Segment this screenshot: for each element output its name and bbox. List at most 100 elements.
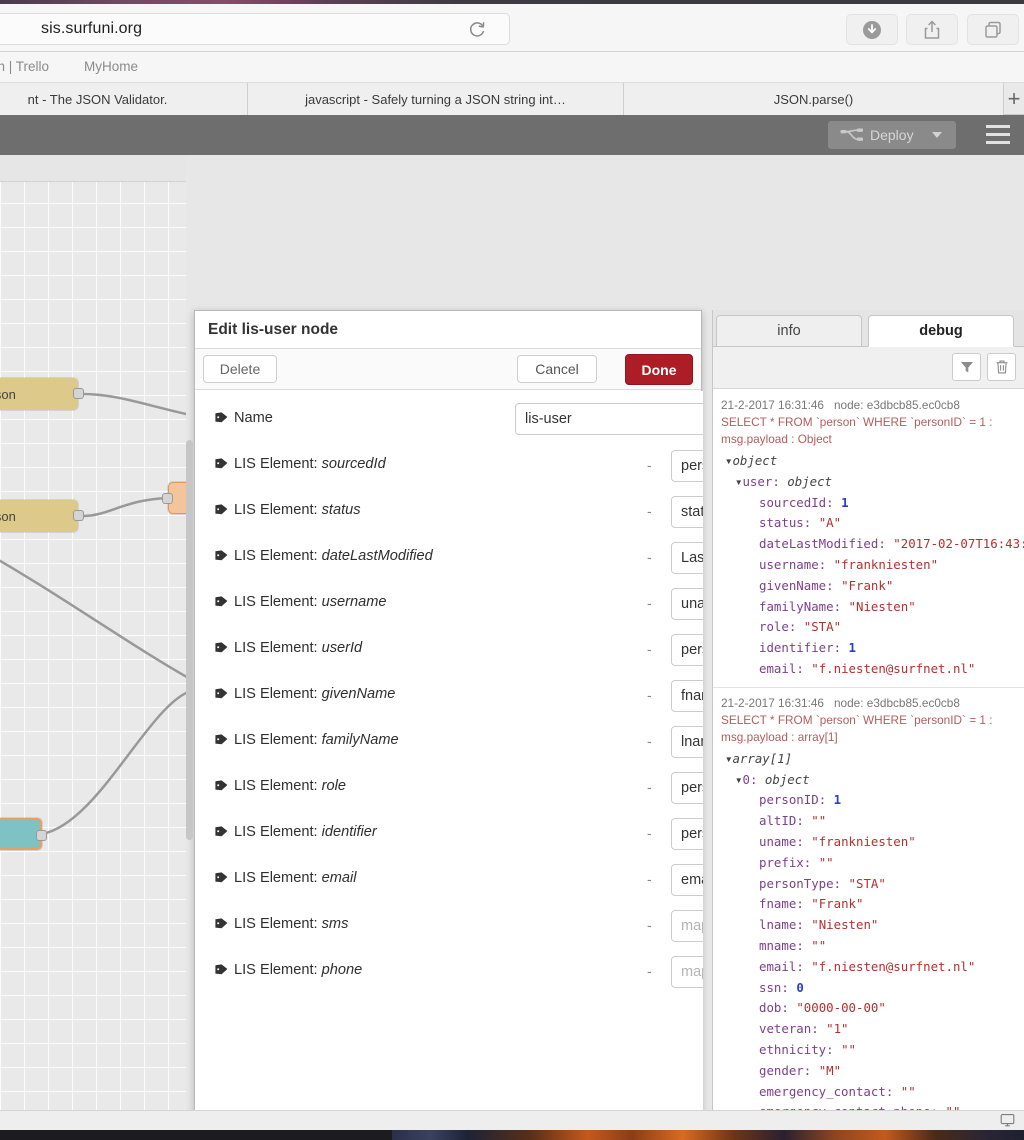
debug-message[interactable]: 21-2-2017 16:31:46 node: e3dbcb85.ec0cb8 S… (713, 688, 1024, 1140)
node-output-port[interactable] (36, 830, 47, 841)
lis-element-name: email (321, 870, 357, 886)
bookmark-item[interactable]: en | Trello (0, 59, 49, 74)
chevron-down-icon[interactable] (932, 132, 942, 138)
flow-node-function[interactable] (162, 482, 186, 514)
lis-element-mapping-input[interactable] (671, 818, 703, 850)
lis-element-mapping-input[interactable] (671, 588, 703, 620)
lis-element-mapping-input[interactable] (671, 496, 703, 528)
lis-element-mapping-input[interactable] (671, 772, 703, 804)
debug-message-topic: SELECT * FROM `person` WHERE `personID` … (721, 712, 993, 744)
debug-message-header: 21-2-2017 16:31:46 node: e3dbcb85.ec0cb8 (721, 396, 1024, 414)
debug-tree-entry[interactable]: ▾0: object (721, 770, 1024, 791)
form-row-lis-element: LIS Element: phone - (195, 949, 703, 995)
lis-element-prefix: LIS Element: (234, 594, 322, 610)
debug-timestamp: 21-2-2017 16:31:46 (721, 398, 824, 412)
sidebar: info debug 21-2-2017 16:31:46 node: e3db… (712, 310, 1024, 1140)
lis-element-mapping-input[interactable] (671, 910, 703, 942)
form-row-lis-element: LIS Element: familyName - (195, 719, 703, 765)
bookmark-item[interactable]: MyHome (84, 59, 138, 74)
new-tab-button[interactable]: + (1004, 83, 1024, 115)
browser-tab[interactable]: javascript - Safely turning a JSON strin… (248, 83, 624, 115)
tab-info[interactable]: info (716, 315, 862, 347)
address-bar[interactable]: sis.surfuni.org (0, 13, 510, 45)
share-icon (924, 20, 940, 39)
node-output-port[interactable] (73, 388, 84, 399)
form-row-name: Name (195, 391, 703, 443)
debug-entry-key: mname (759, 937, 797, 953)
main-menu-button[interactable] (986, 125, 1010, 144)
name-input[interactable] (515, 403, 703, 435)
name-field-label: Name (215, 410, 273, 426)
tab-strip: nt - The JSON Validator. javascript - Sa… (0, 83, 1024, 115)
lis-element-mapping-input[interactable] (671, 542, 703, 574)
lis-element-prefix: LIS Element: (234, 778, 322, 794)
dialog-scrollbar[interactable] (186, 440, 193, 840)
flow-node-json[interactable]: json (0, 500, 84, 532)
lis-element-name: sourcedId (321, 456, 386, 472)
tag-icon (215, 687, 228, 699)
node-output-port[interactable] (73, 510, 84, 521)
debug-message[interactable]: 21-2-2017 16:31:46 node: e3dbcb85.ec0cb8 S… (713, 390, 1024, 688)
flow-canvas[interactable]: json json (0, 155, 186, 1110)
lis-element-label: LIS Element: familyName (215, 732, 399, 748)
lis-element-prefix: LIS Element: (234, 824, 322, 840)
filter-button[interactable] (952, 353, 981, 381)
lis-element-name: sms (321, 916, 349, 932)
tag-icon (215, 963, 228, 975)
sidebar-tab-bar: info debug (713, 310, 1024, 347)
flow-node-json[interactable]: json (0, 378, 84, 410)
tag-icon (215, 872, 228, 883)
lis-element-name: dateLastModified (321, 548, 433, 564)
debug-entry-value: "" (811, 813, 827, 829)
debug-entry-value: "frankniesten" (833, 556, 939, 572)
tag-icon (215, 458, 228, 469)
debug-entry-key: email (759, 660, 797, 676)
lis-element-mapping-input[interactable] (671, 864, 703, 896)
debug-tree-entry: ethnicity: "" (759, 1041, 856, 1057)
lis-element-label: LIS Element: sourcedId (215, 456, 386, 472)
lis-element-label: LIS Element: givenName (215, 686, 395, 702)
lis-element-mapping-input[interactable] (671, 450, 703, 482)
delete-button[interactable]: Delete (203, 355, 277, 383)
debug-entry-key: personID (759, 792, 819, 808)
cancel-button[interactable]: Cancel (517, 355, 597, 383)
lis-element-mapping-input[interactable] (671, 956, 703, 988)
download-button[interactable] (846, 14, 898, 45)
flow-node-selected[interactable] (0, 818, 47, 850)
flow-wires (0, 392, 186, 836)
row-separator-dash: - (647, 457, 652, 473)
debug-tree-root[interactable]: ▾object (721, 451, 1024, 472)
browser-tab[interactable]: JSON.parse() (624, 83, 1004, 115)
debug-tree-root[interactable]: ▾array[1] (721, 749, 1024, 770)
tag-icon (215, 825, 228, 837)
debug-message-list[interactable]: 21-2-2017 16:31:46 node: e3dbcb85.ec0cb8 S… (713, 390, 1024, 1140)
done-button[interactable]: Done (625, 354, 693, 385)
tabs-button[interactable] (967, 14, 1019, 45)
lis-element-mapping-input[interactable] (671, 634, 703, 666)
debug-entry-key: user (742, 473, 773, 489)
deploy-button[interactable]: Deploy (828, 121, 956, 149)
debug-entry-value: 1 (841, 494, 849, 510)
tab-debug[interactable]: debug (868, 315, 1014, 347)
debug-node-id: node: e3dbcb85.ec0cb8 (833, 695, 960, 710)
lis-element-mapping-input[interactable] (671, 726, 703, 758)
node-input-port[interactable] (162, 493, 173, 504)
clear-button[interactable] (987, 353, 1016, 381)
debug-entry-key: altID (759, 813, 797, 829)
lis-element-mapping-input[interactable] (671, 680, 703, 712)
debug-tree-entry: dob: "0000-00-00" (759, 1000, 886, 1016)
row-separator-dash: - (647, 963, 652, 979)
browser-chrome: sis.surfuni.org n | Trello MyHome nt - T… (0, 0, 1024, 115)
hamburger-bar (986, 141, 1010, 144)
debug-entry-key: dateLastModified (759, 536, 879, 552)
debug-entry-key: ethnicity (759, 1041, 827, 1057)
lis-element-name: familyName (321, 732, 399, 748)
debug-tree-entry[interactable]: ▾user: object (721, 472, 1024, 493)
flow-node-label: json (0, 508, 16, 524)
share-button[interactable] (906, 14, 958, 45)
browser-tab[interactable]: nt - The JSON Validator. (0, 83, 248, 115)
lis-element-prefix: LIS Element: (234, 502, 322, 518)
lis-element-label: LIS Element: identifier (215, 824, 377, 840)
reload-icon[interactable] (467, 19, 487, 39)
debug-entry-value: "Niesten" (811, 917, 879, 933)
